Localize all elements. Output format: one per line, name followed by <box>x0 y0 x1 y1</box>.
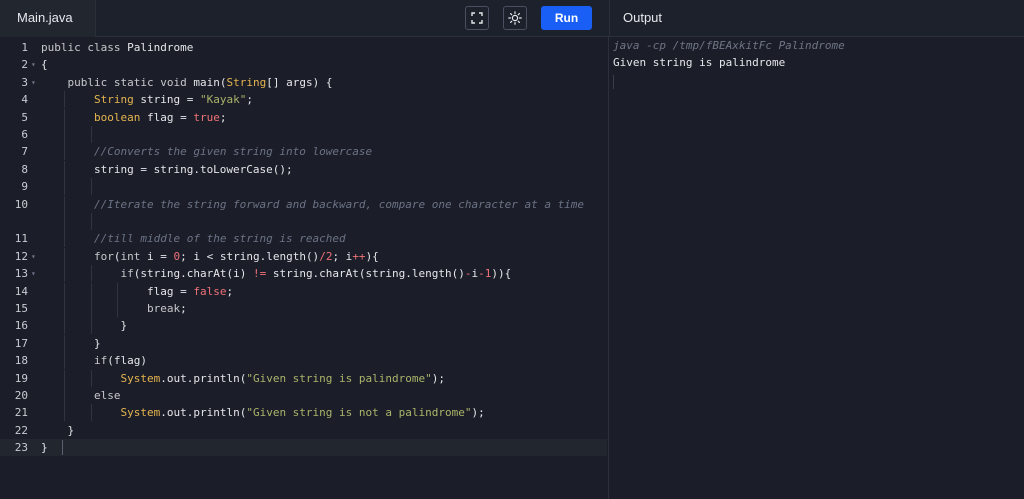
code-editor[interactable]: 1 public class Palindrome 2 ▾{3 ▾ public sta… <box>0 37 607 499</box>
code-text: } <box>41 336 101 350</box>
code-text: public class Palindrome <box>41 41 194 54</box>
code-line[interactable]: 5 boolean flag = true; <box>0 108 607 126</box>
code-text: public static void main(String[] args) { <box>67 75 333 89</box>
fullscreen-button[interactable] <box>465 6 489 30</box>
code-text: } <box>41 441 48 455</box>
fullscreen-icon <box>471 12 483 24</box>
code-line[interactable]: 13 ▾ if(string.charAt(i) != string.charAt… <box>0 265 607 283</box>
code-line[interactable]: 10 //Iterate the string forward and back… <box>0 195 607 213</box>
code-line[interactable]: 14 flag = false; <box>0 282 607 300</box>
line-number: 10 <box>14 197 28 211</box>
run-button[interactable]: Run <box>541 6 592 30</box>
indent-guide <box>64 126 66 143</box>
output-panel: java -cp /tmp/fBEAxkitFc Palindrome Give… <box>608 37 1024 499</box>
code-text: System.out.println("Given string is not … <box>120 406 485 420</box>
code-line[interactable]: 8 string = string.toLowerCase(); <box>0 160 607 178</box>
line-number: 14 <box>14 284 28 298</box>
code-text: { <box>41 58 48 72</box>
indent-guide <box>64 213 66 230</box>
code-text: //Converts the given string into lowerca… <box>93 145 373 159</box>
code-line[interactable]: 19 System.out.println("Given string is p… <box>0 369 607 387</box>
line-number: 1 <box>21 41 28 54</box>
code-text: flag = false; <box>41 284 234 298</box>
text-cursor <box>62 440 63 456</box>
code-text: //till middle of the string is reached <box>93 232 346 246</box>
line-number: 12 <box>14 249 28 263</box>
line-number: 21 <box>14 406 28 420</box>
code-line[interactable]: 18 if(flag) <box>0 352 607 370</box>
line-number: 5 <box>21 110 28 124</box>
code-line[interactable]: 22 } <box>0 422 607 439</box>
code-line[interactable] <box>0 213 607 230</box>
fold-chevron-icon[interactable]: ▾ <box>31 248 36 265</box>
fold-chevron-icon[interactable]: ▾ <box>31 265 36 282</box>
code-line[interactable]: 17 } <box>0 334 607 352</box>
line-number: 6 <box>21 128 28 141</box>
line-number: 20 <box>14 389 28 402</box>
run-command: java -cp /tmp/fBEAxkitFc Palindrome <box>613 39 845 52</box>
indent-guide <box>90 213 92 230</box>
code-line[interactable]: 7 //Converts the given string into lower… <box>0 143 607 161</box>
code-text: for(int i = 0; i < string.length()/2; i+… <box>93 249 379 263</box>
code-text: else <box>93 389 121 402</box>
ide-window: Main.java Run Output 1 public class Palin… <box>0 0 1024 499</box>
code-line[interactable]: 3 ▾ public static void main(String[] args… <box>0 74 607 91</box>
code-line[interactable]: 4 String string = "Kayak"; <box>0 91 607 109</box>
line-number: 3 <box>21 75 28 89</box>
code-text: string = string.toLowerCase(); <box>41 162 293 176</box>
line-number: 11 <box>14 232 28 246</box>
sun-icon <box>508 11 522 25</box>
code-line[interactable]: 15 break; <box>0 300 607 317</box>
code-line[interactable]: 21 System.out.println("Given string is n… <box>0 404 607 422</box>
code-line[interactable]: 16 } <box>0 317 607 335</box>
indent-guide <box>90 126 92 143</box>
line-number: 13 <box>14 267 28 281</box>
code-text: if(string.charAt(i) != string.charAt(str… <box>120 267 512 281</box>
line-number: 18 <box>14 354 28 368</box>
code-text: } <box>41 319 128 333</box>
program-output: Given string is palindrome <box>613 56 786 69</box>
code-text: String string = "Kayak"; <box>93 93 253 107</box>
line-number: 19 <box>14 371 28 385</box>
code-line[interactable]: 11 //till middle of the string is reache… <box>0 230 607 248</box>
code-text: if(flag) <box>93 354 147 368</box>
line-number: 2 <box>21 58 28 72</box>
code-text: boolean flag = true; <box>93 110 227 124</box>
line-number: 9 <box>21 180 28 194</box>
code-line[interactable]: 1 public class Palindrome <box>0 39 607 56</box>
output-cursor <box>613 75 614 89</box>
tab-main-java[interactable]: Main.java <box>0 0 96 37</box>
line-number: 15 <box>14 302 28 315</box>
line-number: 17 <box>14 336 28 350</box>
active-line-highlight <box>0 439 607 457</box>
theme-toggle-button[interactable] <box>503 6 527 30</box>
indent-guide <box>90 178 92 196</box>
line-number: 7 <box>21 145 28 159</box>
line-number: 16 <box>14 319 28 333</box>
code-line[interactable]: 6 <box>0 126 607 143</box>
code-line[interactable]: 23} <box>0 439 607 457</box>
fold-chevron-icon[interactable]: ▾ <box>31 74 36 91</box>
code-line[interactable]: 12 ▾ for(int i = 0; i < string.length()/2… <box>0 247 607 265</box>
output-title: Output <box>623 10 663 25</box>
output-header: Output <box>609 0 1024 36</box>
code-line[interactable]: 20 else <box>0 387 607 404</box>
code-line[interactable]: 9 <box>0 178 607 196</box>
code-text: //Iterate the string forward and backwar… <box>93 197 585 211</box>
line-number: 23 <box>14 441 28 455</box>
fold-chevron-icon[interactable]: ▾ <box>31 56 36 73</box>
code-text: break; <box>146 302 187 315</box>
indent-guide <box>64 178 66 196</box>
code-text: } <box>41 423 75 437</box>
line-number: 22 <box>14 423 28 437</box>
code-line[interactable]: 2 ▾ { <box>0 56 607 73</box>
editor-toolbar: Main.java Run Output <box>0 0 1024 37</box>
code-text: System.out.println("Given string is pali… <box>120 371 446 385</box>
line-number: 8 <box>21 162 28 176</box>
line-number: 4 <box>21 93 28 107</box>
